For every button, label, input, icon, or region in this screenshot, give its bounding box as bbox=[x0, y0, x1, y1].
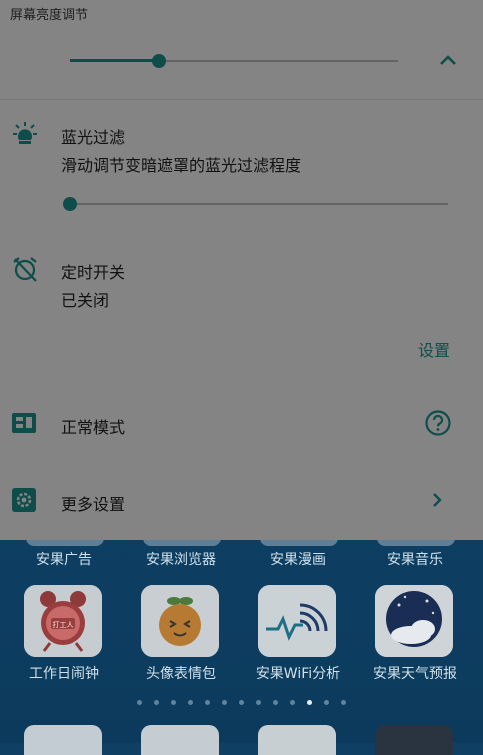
page-dot[interactable] bbox=[307, 700, 312, 705]
blue-light-slider[interactable] bbox=[63, 195, 448, 213]
page-dot[interactable] bbox=[205, 700, 210, 705]
blue-light-title: 蓝光过滤 bbox=[61, 128, 126, 147]
page-dot[interactable] bbox=[341, 700, 346, 705]
timer-settings-link[interactable]: 设置 bbox=[418, 337, 450, 361]
chevron-up-icon[interactable] bbox=[438, 52, 458, 68]
app-label-emoji[interactable]: 头像表情包 bbox=[121, 663, 241, 683]
app-icon-bottom-stub[interactable] bbox=[24, 725, 102, 755]
page-dot[interactable] bbox=[171, 700, 176, 705]
alarm-off-icon bbox=[11, 255, 39, 283]
app-label-comics[interactable]: 安果漫画 bbox=[238, 549, 358, 569]
wifi-analysis-icon bbox=[258, 585, 336, 657]
page-dot[interactable] bbox=[188, 700, 193, 705]
alarm-app-icon[interactable]: 打工人 bbox=[24, 585, 102, 657]
wifi-app-icon[interactable] bbox=[258, 585, 336, 657]
brightness-slider[interactable] bbox=[70, 52, 398, 70]
section-title: 屏幕亮度调节 bbox=[10, 8, 89, 23]
alarm-clock-icon: 打工人 bbox=[24, 585, 102, 657]
emoji-app-icon[interactable] bbox=[141, 585, 219, 657]
lightbulb-icon bbox=[10, 120, 40, 150]
chevron-right-icon[interactable] bbox=[430, 491, 444, 509]
page-dot[interactable] bbox=[324, 700, 329, 705]
more-settings-label[interactable]: 更多设置 bbox=[61, 491, 125, 515]
page-dot[interactable] bbox=[154, 700, 159, 705]
page-dot[interactable] bbox=[137, 700, 142, 705]
mode-grid-icon bbox=[11, 410, 37, 436]
weather-moon-cloud-icon bbox=[375, 585, 453, 657]
page-dot[interactable] bbox=[256, 700, 261, 705]
app-icon-bottom-stub[interactable] bbox=[141, 725, 219, 755]
page-indicator[interactable] bbox=[0, 700, 483, 705]
timer-title: 定时开关 bbox=[61, 263, 126, 282]
help-icon[interactable] bbox=[424, 409, 452, 437]
app-label-ads[interactable]: 安果广告 bbox=[4, 549, 124, 569]
orange-emoji-icon bbox=[141, 585, 219, 657]
page-dot[interactable] bbox=[222, 700, 227, 705]
moon-icon bbox=[12, 48, 36, 74]
alarm-badge-text: 打工人 bbox=[53, 620, 74, 629]
mode-label[interactable]: 正常模式 bbox=[61, 414, 125, 438]
settings-gear-icon bbox=[11, 487, 37, 513]
page-dot[interactable] bbox=[239, 700, 244, 705]
page-dot[interactable] bbox=[290, 700, 295, 705]
page-dot[interactable] bbox=[273, 700, 278, 705]
divider bbox=[0, 99, 483, 100]
app-label-alarm[interactable]: 工作日闹钟 bbox=[4, 663, 124, 683]
app-label-wifi[interactable]: 安果WiFi分析 bbox=[238, 663, 358, 683]
timer-status: 已关闭 bbox=[61, 291, 110, 310]
brightness-panel: 屏幕亮度调节 蓝光过滤 滑动调节变暗遮罩的蓝光过滤程度 定时开关 已关闭 设置 … bbox=[0, 0, 483, 540]
blue-light-description: 滑动调节变暗遮罩的蓝光过滤程度 bbox=[61, 156, 302, 175]
app-label-music[interactable]: 安果音乐 bbox=[355, 549, 475, 569]
app-label-weather[interactable]: 安果天气预报 bbox=[355, 663, 475, 683]
weather-app-icon[interactable] bbox=[375, 585, 453, 657]
app-label-browser[interactable]: 安果浏览器 bbox=[121, 549, 241, 569]
app-icon-bottom-stub[interactable] bbox=[375, 725, 453, 755]
app-icon-bottom-stub[interactable] bbox=[258, 725, 336, 755]
